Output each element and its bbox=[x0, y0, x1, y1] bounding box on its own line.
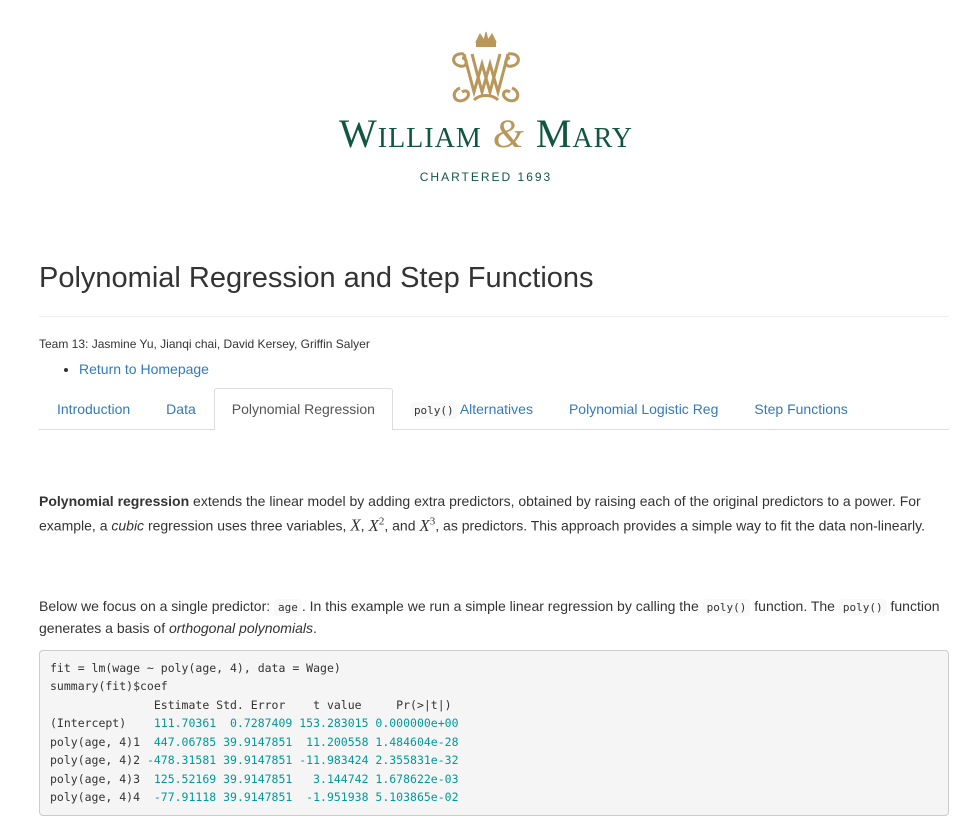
emphasis-term: orthogonal polynomials bbox=[168, 619, 313, 636]
author-line: Team 13: Jasmine Yu, Jianqi chai, David … bbox=[39, 337, 370, 351]
output-row-label: poly(age, 4)4 bbox=[50, 790, 154, 805]
math-x3: X3 bbox=[419, 515, 435, 535]
output-row-label: poly(age, 4)3 bbox=[50, 771, 154, 786]
output-row-label: poly(age, 4)2 bbox=[50, 753, 147, 768]
text-span: , as predictors. This approach provides … bbox=[435, 517, 925, 534]
output-row-values: -77.91118 39.9147851 -1.951938 5.103865e… bbox=[153, 790, 459, 805]
r-code-block[interactable]: fit = lm(wage ~ poly(age, 4), data = Wag… bbox=[39, 649, 949, 816]
tab-bar: Introduction Data Polynomial Regression … bbox=[39, 388, 949, 430]
cypher-crest-icon bbox=[452, 31, 520, 103]
math-base: X bbox=[368, 515, 379, 535]
link-list: Return to Homepage bbox=[39, 361, 949, 377]
university-logo: William & Mary CHARTERED 1693 bbox=[0, 30, 972, 184]
text-span: . In this example we run a simple linear… bbox=[301, 597, 703, 614]
output-row-label: (Intercept) bbox=[50, 716, 154, 731]
inline-code-age: age bbox=[274, 598, 302, 616]
text-span: regression uses three variables, bbox=[144, 517, 351, 534]
output-header: Estimate Std. Error t value Pr(>|t|) bbox=[50, 697, 452, 712]
return-home-link[interactable]: Return to Homepage bbox=[79, 361, 209, 377]
inline-code-poly: poly() bbox=[838, 598, 887, 616]
list-item: Return to Homepage bbox=[79, 361, 949, 377]
output-row-label: poly(age, 4)1 bbox=[50, 734, 154, 749]
brand-name-left: William bbox=[339, 111, 482, 156]
tab-data[interactable]: Data bbox=[148, 388, 214, 429]
tab-polynomial-regression[interactable]: Polynomial Regression bbox=[213, 388, 393, 430]
text-span: Below we focus on a single predictor: bbox=[39, 597, 275, 614]
text-span: , and bbox=[384, 517, 420, 534]
tab-polynomial-logistic[interactable]: Polynomial Logistic Reg bbox=[551, 388, 736, 429]
tab-poly-code: poly() bbox=[410, 402, 457, 419]
intro-paragraph: Polynomial regression extends the linear… bbox=[39, 491, 949, 536]
text-span: function. The bbox=[750, 597, 839, 614]
output-row-values: 111.70361 0.7287409 153.283015 0.000000e… bbox=[153, 716, 459, 731]
math-x2: X2 bbox=[368, 515, 384, 535]
brand-wordmark: William & Mary bbox=[0, 112, 972, 156]
math-base: X bbox=[419, 515, 430, 535]
predictor-paragraph: Below we focus on a single predictor: ag… bbox=[39, 596, 949, 638]
tab-introduction[interactable]: Introduction bbox=[39, 388, 148, 429]
bold-term: Polynomial regression bbox=[39, 493, 190, 509]
output-row-values: 125.52169 39.9147851 3.144742 1.678622e-… bbox=[153, 771, 459, 786]
tab-poly-alternatives[interactable]: poly() Alternatives bbox=[393, 388, 551, 429]
code-line: fit = lm(wage ~ poly(age, 4), data = Wag… bbox=[50, 660, 341, 675]
page-title: Polynomial Regression and Step Functions bbox=[39, 258, 949, 317]
emphasis-term: cubic bbox=[111, 517, 145, 534]
main-content: Polynomial Regression and Step Functions… bbox=[39, 258, 949, 816]
output-row-values: 447.06785 39.9147851 11.200558 1.484604e… bbox=[153, 734, 459, 749]
brand-ampersand: & bbox=[492, 111, 525, 156]
output-row-values: -478.31581 39.9147851 -11.983424 2.35583… bbox=[146, 753, 459, 768]
tab-poly-alternatives-label: Alternatives bbox=[459, 401, 533, 417]
math-x: X bbox=[350, 515, 361, 535]
text-span: . bbox=[312, 619, 317, 636]
brand-tagline: CHARTERED 1693 bbox=[419, 170, 553, 184]
tab-step-functions[interactable]: Step Functions bbox=[736, 388, 865, 429]
inline-code-poly: poly() bbox=[702, 598, 751, 616]
brand-name-right: Mary bbox=[535, 111, 633, 156]
code-line: summary(fit)$coef bbox=[50, 679, 168, 694]
